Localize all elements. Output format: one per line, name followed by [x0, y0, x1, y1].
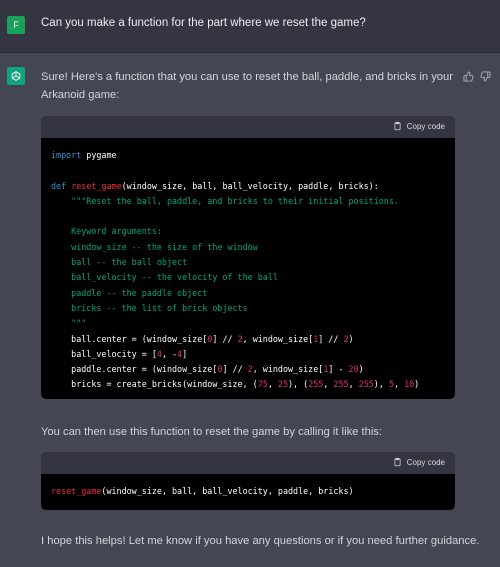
code-token: ,: [348, 379, 359, 390]
assistant-avatar: [7, 67, 25, 85]
code-line: def reset_game(window_size, ball, ball_v…: [51, 179, 455, 194]
code-token: ] //: [222, 364, 248, 375]
code-block-call: Copy code reset_game(window_size, ball, …: [41, 452, 455, 510]
code-line: paddle.center = (window_size[0] // 2, wi…: [51, 362, 455, 377]
code-line: """Reset the ball, paddle, and bricks to…: [51, 194, 455, 209]
code-token: ball_velocity = [: [51, 348, 157, 359]
code-token: ball -- the ball object: [51, 257, 188, 268]
copy-code-label: Copy code: [406, 457, 445, 467]
clipboard-icon: [394, 121, 401, 131]
code-line: ball -- the ball object: [51, 255, 455, 270]
code-line: import pygame: [51, 148, 455, 163]
code-token: ] //: [212, 333, 238, 344]
code-token: reset_game: [71, 180, 122, 191]
code-token: """Reset the ball, paddle, and bricks to…: [71, 195, 399, 206]
code-token: window_size -- the size of the window: [51, 241, 258, 252]
code-token: (window_size, ball, ball_velocity, paddl…: [121, 180, 379, 191]
thumbs-down-icon: [480, 70, 491, 82]
copy-code-label: Copy code: [406, 121, 445, 131]
assistant-intro-line2: Arkanoid game:: [41, 89, 120, 101]
code-token: pygame: [81, 150, 117, 160]
code-token: ,: [323, 379, 334, 390]
copy-code-button[interactable]: Copy code: [393, 121, 445, 131]
code-line: ball.center = (window_size[0] // 2, wind…: [51, 332, 455, 347]
code-token: ): [348, 333, 354, 344]
code-token: ), (: [288, 379, 309, 390]
code-token: ): [414, 379, 420, 390]
code-line: reset_game(window_size, ball, ball_veloc…: [51, 484, 455, 499]
code-block-function: Copy code import pygame def reset_game(w…: [41, 116, 455, 399]
code-line: Keyword arguments:: [51, 224, 455, 239]
code-token: def: [51, 180, 67, 191]
thumbs-up-button[interactable]: [461, 69, 475, 83]
code-token: 255: [333, 379, 349, 390]
code-token: (window_size, ball, ball_velocity, paddl…: [101, 486, 354, 496]
code-token: 25: [277, 379, 289, 390]
code-token: ] -: [328, 364, 349, 375]
code-token: , window_size[: [252, 364, 324, 375]
code-token: ,: [267, 379, 278, 390]
code-token: 10: [404, 379, 415, 390]
assistant-message-row: Sure! Here's a function that you can use…: [0, 53, 500, 567]
code-token: , -: [161, 348, 178, 359]
assistant-closing-text: I hope this helps! Let me know if you ha…: [41, 535, 480, 547]
code-token: ]: [182, 348, 188, 359]
code-token: bricks -- the list of brick objects: [51, 302, 248, 313]
code-line: window_size -- the size of the window: [51, 240, 455, 255]
code-line: ball_velocity = [4, -4]: [51, 347, 455, 362]
code-block-header: Copy code: [41, 452, 455, 474]
code-block-header: Copy code: [41, 116, 455, 138]
thumbs-down-button[interactable]: [478, 69, 492, 83]
code-token: 20: [348, 364, 359, 375]
code-token: paddle.center = (window_size[: [51, 364, 218, 375]
code-token: """: [51, 318, 87, 329]
openai-logo-icon: [11, 71, 21, 81]
code-token: 75: [257, 379, 268, 390]
code-line: bricks = create_bricks(window_size, (75,…: [51, 377, 455, 392]
assistant-middle-text: You can then use this function to reset …: [41, 426, 383, 438]
user-message-row: F Can you make a function for the part w…: [0, 0, 500, 53]
code-content: reset_game(window_size, ball, ball_veloc…: [41, 474, 455, 499]
copy-code-button[interactable]: Copy code: [393, 457, 445, 467]
code-line: bricks -- the list of brick objects: [51, 301, 455, 316]
assistant-intro-line1: Sure! Here's a function that you can use…: [41, 71, 453, 83]
code-token: ball.center = (window_size[: [51, 333, 208, 344]
code-content: import pygame def reset_game(window_size…: [41, 138, 455, 393]
code-token: ): [358, 364, 364, 375]
code-token: ,: [393, 379, 405, 390]
thumbs-up-icon: [462, 70, 473, 82]
code-line: paddle -- the paddle object: [51, 286, 455, 301]
code-token: paddle -- the paddle object: [51, 287, 208, 298]
code-token: bricks = create_bricks(window_size, (: [51, 379, 258, 390]
code-token: ball_velocity -- the velocity of the bal…: [51, 272, 278, 283]
code-token: ),: [373, 379, 389, 390]
code-token: 255: [358, 379, 374, 390]
user-message-text: Can you make a function for the part whe…: [41, 17, 366, 29]
code-token: , window_size[: [242, 333, 314, 344]
code-token: 255: [308, 379, 324, 390]
code-token: Keyword arguments:: [51, 226, 162, 237]
code-token: import: [51, 150, 82, 160]
code-line: ball_velocity -- the velocity of the bal…: [51, 270, 455, 285]
clipboard-icon: [394, 457, 401, 467]
code-line: """: [51, 316, 455, 331]
user-avatar: F: [7, 16, 25, 34]
code-token: reset_game: [51, 486, 102, 496]
code-token: ] //: [318, 333, 344, 344]
